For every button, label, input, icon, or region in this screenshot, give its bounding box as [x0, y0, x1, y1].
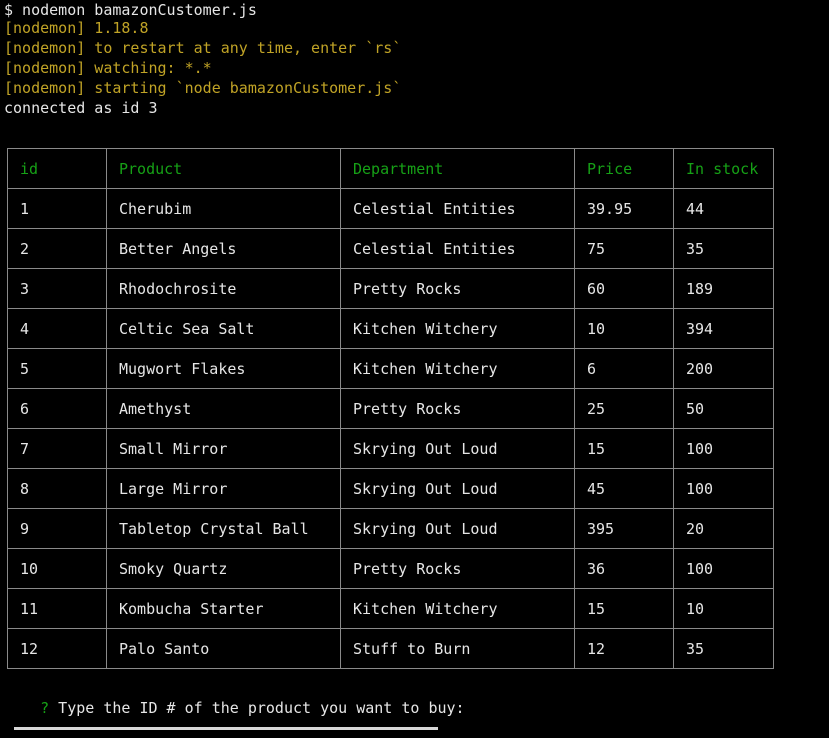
prompt-question-text: Type the ID # of the product you want to…: [49, 699, 465, 717]
cell-department: Pretty Rocks: [340, 388, 575, 429]
cell-product: Large Mirror: [106, 468, 341, 509]
cell-department: Pretty Rocks: [340, 268, 575, 309]
cell-price: 12: [574, 628, 674, 669]
nodemon-watching-line: [nodemon] watching: *.*: [4, 59, 212, 77]
cell-department: Celestial Entities: [340, 228, 575, 269]
table-row: 4 Celtic Sea Salt Kitchen Witchery 10 39…: [7, 308, 774, 349]
cell-in-stock: 189: [673, 268, 774, 309]
cell-in-stock: 100: [673, 548, 774, 589]
cell-product: Celtic Sea Salt: [106, 308, 341, 349]
table-row: 12 Palo Santo Stuff to Burn 12 35: [7, 628, 774, 669]
purchase-prompt[interactable]: ? Type the ID # of the product you want …: [4, 678, 464, 717]
terminal-window[interactable]: $ nodemon bamazonCustomer.js [nodemon] 1…: [0, 0, 829, 730]
cell-department: Kitchen Witchery: [340, 588, 575, 629]
cell-price: 6: [574, 348, 674, 389]
cell-id: 11: [7, 588, 107, 629]
cell-department: Skrying Out Loud: [340, 428, 575, 469]
table-header-row: id Product Department Price In stock: [7, 148, 774, 189]
cell-in-stock: 394: [673, 308, 774, 349]
cell-department: Celestial Entities: [340, 188, 575, 229]
cell-price: 25: [574, 388, 674, 429]
cell-in-stock: 100: [673, 428, 774, 469]
connection-status-line: connected as id 3: [4, 99, 158, 117]
table-row: 10 Smoky Quartz Pretty Rocks 36 100: [7, 548, 774, 589]
cell-department: Skrying Out Loud: [340, 508, 575, 549]
cell-price: 45: [574, 468, 674, 509]
cell-department: Pretty Rocks: [340, 548, 575, 589]
cell-in-stock: 35: [673, 228, 774, 269]
cell-id: 4: [7, 308, 107, 349]
table-row: 5 Mugwort Flakes Kitchen Witchery 6 200: [7, 348, 774, 389]
cell-id: 6: [7, 388, 107, 429]
nodemon-restart-line: [nodemon] to restart at any time, enter …: [4, 39, 402, 57]
cell-product: Rhodochrosite: [106, 268, 341, 309]
table-row: 8 Large Mirror Skrying Out Loud 45 100: [7, 468, 774, 509]
products-table: id Product Department Price In stock 1 C…: [7, 148, 774, 669]
cell-department: Kitchen Witchery: [340, 348, 575, 389]
cell-product: Small Mirror: [106, 428, 341, 469]
cell-department: Stuff to Burn: [340, 628, 575, 669]
column-header-product: Product: [106, 148, 341, 189]
cell-id: 3: [7, 268, 107, 309]
column-header-price: Price: [574, 148, 674, 189]
table-row: 2 Better Angels Celestial Entities 75 35: [7, 228, 774, 269]
table-row: 11 Kombucha Starter Kitchen Witchery 15 …: [7, 588, 774, 629]
cell-id: 7: [7, 428, 107, 469]
cell-id: 5: [7, 348, 107, 389]
cell-price: 60: [574, 268, 674, 309]
column-header-id: id: [7, 148, 107, 189]
cell-id: 12: [7, 628, 107, 669]
cell-product: Amethyst: [106, 388, 341, 429]
cell-price: 36: [574, 548, 674, 589]
cell-department: Skrying Out Loud: [340, 468, 575, 509]
cell-in-stock: 50: [673, 388, 774, 429]
cell-id: 9: [7, 508, 107, 549]
cell-in-stock: 200: [673, 348, 774, 389]
cell-product: Mugwort Flakes: [106, 348, 341, 389]
cell-in-stock: 35: [673, 628, 774, 669]
cell-product: Tabletop Crystal Ball: [106, 508, 341, 549]
command-line: $ nodemon bamazonCustomer.js: [4, 1, 257, 19]
cell-in-stock: 100: [673, 468, 774, 509]
table-row: 9 Tabletop Crystal Ball Skrying Out Loud…: [7, 508, 774, 549]
nodemon-version-line: [nodemon] 1.18.8: [4, 19, 149, 37]
cell-price: 75: [574, 228, 674, 269]
cell-id: 1: [7, 188, 107, 229]
table-row: 6 Amethyst Pretty Rocks 25 50: [7, 388, 774, 429]
cell-in-stock: 44: [673, 188, 774, 229]
cell-in-stock: 20: [673, 508, 774, 549]
nodemon-starting-line: [nodemon] starting `node bamazonCustomer…: [4, 79, 402, 97]
cell-product: Better Angels: [106, 228, 341, 269]
table-row: 1 Cherubim Celestial Entities 39.95 44: [7, 188, 774, 229]
cell-id: 2: [7, 228, 107, 269]
prompt-question-marker: ?: [40, 699, 50, 717]
cell-in-stock: 10: [673, 588, 774, 629]
cell-id: 10: [7, 548, 107, 589]
cell-price: 10: [574, 308, 674, 349]
cell-price: 39.95: [574, 188, 674, 229]
cell-id: 8: [7, 468, 107, 509]
cell-product: Cherubim: [106, 188, 341, 229]
column-header-in-stock: In stock: [673, 148, 774, 189]
cell-product: Smoky Quartz: [106, 548, 341, 589]
table-row: 7 Small Mirror Skrying Out Loud 15 100: [7, 428, 774, 469]
cell-product: Kombucha Starter: [106, 588, 341, 629]
cell-price: 15: [574, 588, 674, 629]
cell-price: 395: [574, 508, 674, 549]
cell-price: 15: [574, 428, 674, 469]
cell-department: Kitchen Witchery: [340, 308, 575, 349]
cell-product: Palo Santo: [106, 628, 341, 669]
column-header-department: Department: [340, 148, 575, 189]
table-row: 3 Rhodochrosite Pretty Rocks 60 189: [7, 268, 774, 309]
